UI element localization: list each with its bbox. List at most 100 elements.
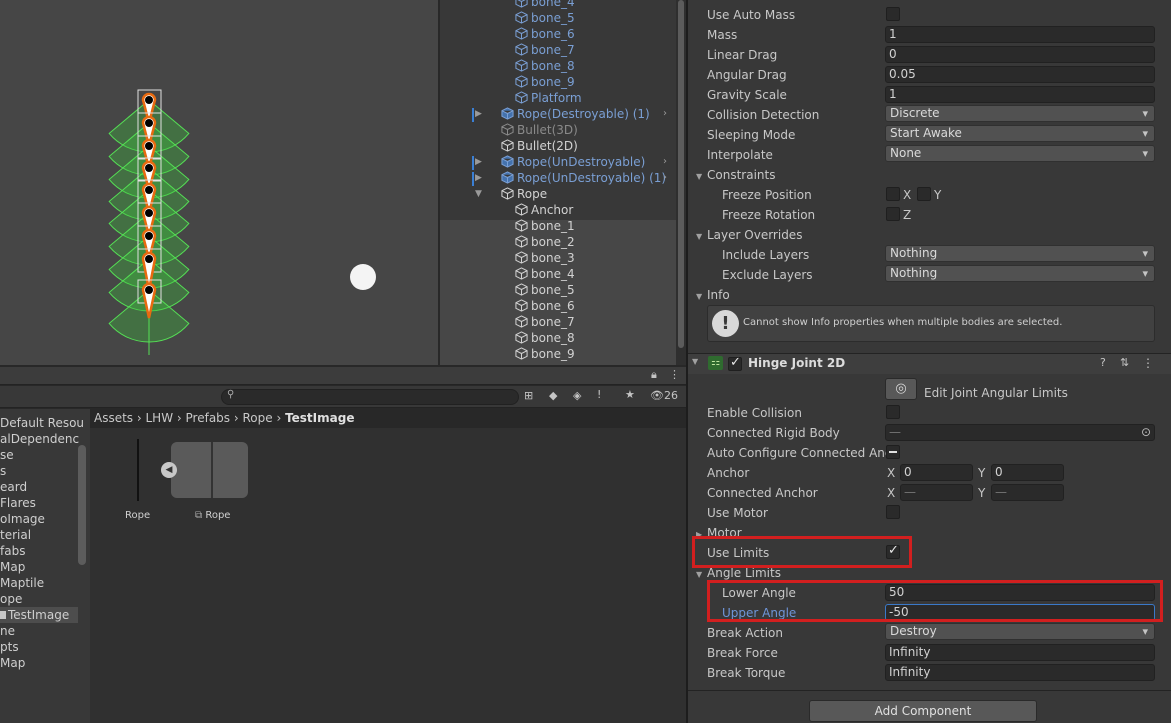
motor-foldout[interactable]: ▶ Motor <box>696 524 742 536</box>
project-folder-tree[interactable]: Default Resou alDependenc se s eard Flares oIm… <box>0 409 90 723</box>
rope-prefab-thumbnail[interactable]: ◀ <box>161 442 248 498</box>
hierarchy-item[interactable]: bone_1 <box>515 218 575 234</box>
layer-overrides-foldout[interactable]: ▼ Layer Overrides <box>696 226 802 244</box>
hierarchy-item[interactable]: ▶ › Rope(UnDestroyable) <box>475 154 667 170</box>
rope-sprite-thumbnail[interactable] <box>137 439 139 501</box>
folder-tree-item[interactable]: alDependenc <box>0 431 79 447</box>
hierarchy-item[interactable]: bone_6 <box>515 298 575 314</box>
folder-tree-item[interactable]: se <box>0 447 14 463</box>
enable-collision-checkbox[interactable] <box>886 405 900 419</box>
scene-view[interactable] <box>0 0 438 365</box>
angular-drag-field[interactable]: 0.05 <box>885 66 1155 83</box>
use-motor-checkbox[interactable] <box>886 505 900 519</box>
component-menu-icon[interactable]: ⋮ <box>1142 356 1154 370</box>
breadcrumb-item[interactable]: LHW <box>146 411 174 425</box>
hierarchy-item[interactable]: ▶ › Rope(UnDestroyable) (1) <box>475 170 667 186</box>
hierarchy-item[interactable]: Anchor <box>515 202 573 218</box>
use-auto-mass-checkbox[interactable] <box>886 7 900 21</box>
open-prefab-chevron-icon[interactable]: › <box>663 106 667 122</box>
hierarchy-item[interactable]: bone_4 <box>515 266 575 282</box>
break-action-dropdown[interactable]: Destroy <box>885 623 1155 640</box>
folder-tree-item[interactable]: fabs <box>0 543 25 559</box>
expand-prefab-icon[interactable]: ◀ <box>161 462 177 478</box>
hierarchy-item[interactable]: Platform <box>515 90 582 106</box>
include-layers-dropdown[interactable]: Nothing <box>885 245 1155 262</box>
connected-rigid-body-field[interactable]: — ⊙ <box>885 424 1155 441</box>
connected-anchor-x-field[interactable]: — <box>900 484 973 501</box>
favorite-star-icon[interactable]: ★ <box>625 388 635 401</box>
filter-type-icon[interactable]: ◆ <box>549 389 557 402</box>
hierarchy-item[interactable]: bone_8 <box>515 58 575 74</box>
interpolate-dropdown[interactable]: None <box>885 145 1155 162</box>
hierarchy-item[interactable]: bone_9 <box>515 74 575 90</box>
exclude-layers-dropdown[interactable]: Nothing <box>885 265 1155 282</box>
linear-drag-field[interactable]: 0 <box>885 46 1155 63</box>
folder-tree-item[interactable]: Map <box>0 655 25 671</box>
hierarchy-item[interactable]: bone_7 <box>515 42 575 58</box>
hierarchy-item[interactable]: bone_8 <box>515 330 575 346</box>
folder-tree-item[interactable]: eard <box>0 479 27 495</box>
expand-arrow-icon[interactable]: ▼ <box>475 186 482 202</box>
hierarchy-item[interactable]: Bullet(2D) <box>501 138 578 154</box>
hierarchy-item[interactable]: Bullet(3D) <box>501 122 578 138</box>
breadcrumb-item[interactable]: TestImage <box>285 411 354 425</box>
constraints-foldout[interactable]: ▼ Constraints <box>696 166 775 184</box>
folder-tree-item[interactable]: TestImage <box>0 607 78 623</box>
hierarchy-item[interactable]: bone_7 <box>515 314 575 330</box>
sleeping-mode-dropdown[interactable]: Start Awake <box>885 125 1155 142</box>
collision-detection-dropdown[interactable]: Discrete <box>885 105 1155 122</box>
hinge-joint-enabled-checkbox[interactable] <box>728 355 742 371</box>
hierarchy-scrollbar[interactable] <box>676 0 686 365</box>
foldout-open-icon[interactable]: ▼ <box>692 357 698 366</box>
hierarchy-item[interactable]: ▶ › Rope(Destroyable) (1) <box>475 106 667 122</box>
folder-tree-item[interactable]: Default Resou <box>0 415 84 431</box>
open-prefab-chevron-icon[interactable]: › <box>663 154 667 170</box>
anchor-x-field[interactable]: 0 <box>900 464 973 481</box>
edit-angular-limits-button[interactable]: ◎ <box>885 378 917 400</box>
folder-tree-item[interactable]: Map <box>0 559 25 575</box>
break-force-field[interactable]: Infinity <box>885 644 1155 661</box>
folder-tree-item[interactable]: s <box>0 463 6 479</box>
asset-grid[interactable]: Rope ◀ ⧉ Rope <box>90 428 686 723</box>
hinge-joint-header[interactable]: ▼ ⚏ Hinge Joint 2D ? ⇅ ⋮ <box>688 353 1171 374</box>
presets-icon[interactable]: ⇅ <box>1120 356 1129 369</box>
hierarchy-item[interactable]: bone_2 <box>515 234 575 250</box>
gravity-scale-field[interactable]: 1 <box>885 86 1155 103</box>
breadcrumb-item[interactable]: Assets <box>94 411 133 425</box>
expand-arrow-icon[interactable]: ▶ <box>475 154 482 170</box>
add-component-button[interactable]: Add Component <box>809 700 1037 722</box>
hierarchy-item[interactable]: bone_4 <box>515 0 575 10</box>
more-menu-icon[interactable]: ⋮ <box>669 368 680 381</box>
hierarchy-item[interactable]: ▼ Rope <box>475 186 547 202</box>
hierarchy-item[interactable]: bone_9 <box>515 346 575 362</box>
folder-tree-item[interactable]: Flares <box>0 495 36 511</box>
create-icon[interactable]: ⊞ <box>524 389 533 402</box>
expand-arrow-icon[interactable]: ▶ <box>475 170 482 186</box>
hierarchy-item[interactable]: bone_6 <box>515 26 575 42</box>
folder-tree-item[interactable]: oImage <box>0 511 45 527</box>
warning-icon[interactable]: ! <box>597 388 601 401</box>
folder-tree-item[interactable]: ne <box>0 623 15 639</box>
search-input[interactable]: ⚲ <box>221 389 519 405</box>
label-icon[interactable]: ◈ <box>573 389 581 402</box>
folder-tree-scrollbar[interactable] <box>78 445 86 565</box>
hierarchy-item[interactable]: bone_5 <box>515 10 575 26</box>
anchor-y-field[interactable]: 0 <box>991 464 1064 481</box>
mass-field[interactable]: 1 <box>885 26 1155 43</box>
freeze-position-x-checkbox[interactable] <box>886 187 900 201</box>
folder-tree-item[interactable]: terial <box>0 527 31 543</box>
expand-arrow-icon[interactable]: ▶ <box>475 106 482 122</box>
folder-tree-item[interactable]: pts <box>0 639 19 655</box>
open-prefab-chevron-icon[interactable]: › <box>663 170 667 186</box>
freeze-rotation-z-checkbox[interactable] <box>886 207 900 221</box>
folder-tree-item[interactable]: ope <box>0 591 22 607</box>
connected-anchor-y-field[interactable]: — <box>991 484 1064 501</box>
breadcrumb-item[interactable]: Rope <box>242 411 272 425</box>
hierarchy-item[interactable]: bone_5 <box>515 282 575 298</box>
object-picker-icon[interactable]: ⊙ <box>1141 425 1151 440</box>
breadcrumb-item[interactable]: Prefabs <box>186 411 231 425</box>
auto-configure-checkbox-mixed[interactable] <box>886 445 900 459</box>
hierarchy-panel[interactable]: bone_4 bone_5 bone_6 bone_7 bone_8 bone_9 Plat… <box>440 0 676 365</box>
hidden-packages-icon[interactable]: 👁︎26 <box>650 389 678 402</box>
freeze-position-y-checkbox[interactable] <box>917 187 931 201</box>
